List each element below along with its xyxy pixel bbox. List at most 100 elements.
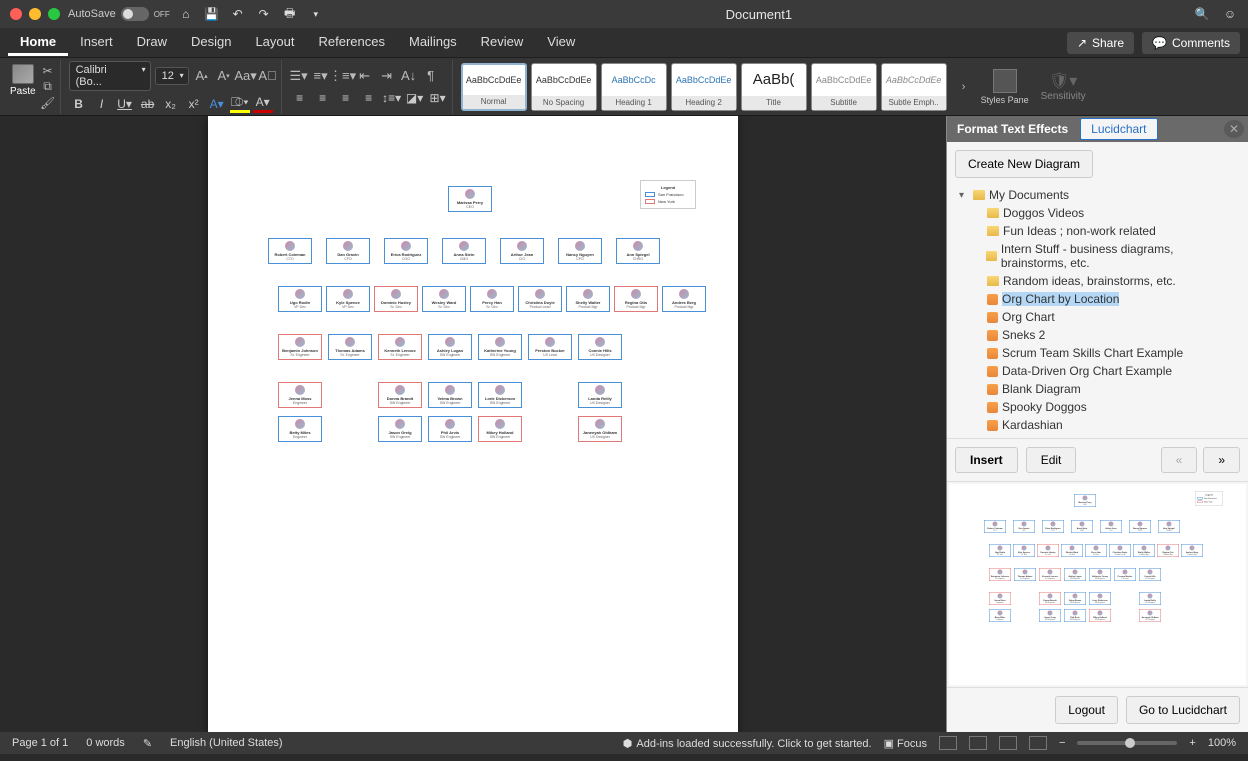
line-spacing-icon[interactable]: ↕≡▾ [382, 89, 402, 107]
maximize-window[interactable] [48, 8, 60, 20]
paste-button[interactable]: Paste [10, 64, 36, 97]
tree-item[interactable]: Org Chart by Location [955, 290, 1240, 308]
tree-item[interactable]: Sneks 2 [955, 326, 1240, 344]
style-subtitle[interactable]: AaBbCcDdEeSubtitle [811, 63, 877, 111]
menu-home[interactable]: Home [8, 30, 68, 56]
zoom-slider[interactable] [1077, 741, 1177, 745]
style-no-spacing[interactable]: AaBbCcDdEeNo Spacing [531, 63, 597, 111]
tree-item[interactable]: Doggos Videos [955, 204, 1240, 222]
change-case-icon[interactable]: Aa▾ [237, 67, 255, 85]
subscript-button[interactable]: x₂ [161, 95, 181, 113]
menu-view[interactable]: View [535, 30, 587, 56]
menu-insert[interactable]: Insert [68, 30, 125, 56]
account-icon[interactable]: ☺ [1222, 6, 1238, 22]
zoom-out-icon[interactable]: − [1059, 737, 1065, 749]
menu-design[interactable]: Design [179, 30, 243, 56]
print-icon[interactable]: 🖶 [282, 6, 298, 22]
font-color-button[interactable]: A▾ [253, 95, 273, 113]
logout-button[interactable]: Logout [1055, 696, 1118, 724]
sort-icon[interactable]: A↓ [400, 67, 418, 85]
web-layout-view-icon[interactable] [969, 736, 987, 750]
zoom-level[interactable]: 100% [1208, 737, 1236, 749]
tab-format-text-effects[interactable]: Format Text Effects [947, 116, 1078, 142]
show-marks-icon[interactable]: ¶ [422, 67, 440, 85]
cut-icon[interactable]: ✂ [40, 64, 56, 78]
style-normal[interactable]: AaBbCcDdEeNormal [461, 63, 527, 111]
borders-icon[interactable]: ⊞▾ [428, 89, 448, 107]
autosave-switch[interactable] [121, 7, 149, 21]
menu-draw[interactable]: Draw [125, 30, 179, 56]
goto-lucidchart-button[interactable]: Go to Lucidchart [1126, 696, 1240, 724]
word-count[interactable]: 0 words [86, 737, 125, 749]
tree-item[interactable]: Data-Driven Org Chart Example [955, 362, 1240, 380]
increase-indent-icon[interactable]: ⇥ [378, 67, 396, 85]
redo-icon[interactable]: ↷ [256, 6, 272, 22]
bullets-icon[interactable]: ☰▾ [290, 67, 308, 85]
document-area[interactable]: LegendSan FranciscoNew YorkMarissa Perry… [0, 116, 946, 732]
next-page-button[interactable]: » [1203, 447, 1240, 473]
tree-item[interactable]: Blank Diagram [955, 380, 1240, 398]
highlight-button[interactable]: ⎄▾ [230, 95, 250, 113]
superscript-button[interactable]: x² [184, 95, 204, 113]
zoom-in-icon[interactable]: + [1189, 737, 1195, 749]
font-size-select[interactable]: 12 [155, 67, 189, 85]
language-indicator[interactable]: English (United States) [170, 737, 283, 749]
page-indicator[interactable]: Page 1 of 1 [12, 737, 68, 749]
print-layout-view-icon[interactable] [939, 736, 957, 750]
addins-status[interactable]: ⬢Add-ins loaded successfully. Click to g… [623, 737, 872, 750]
shading-icon[interactable]: ◪▾ [405, 89, 425, 107]
align-center-icon[interactable]: ≡ [313, 89, 333, 107]
close-panel-icon[interactable]: ✕ [1224, 120, 1244, 138]
justify-icon[interactable]: ≡ [359, 89, 379, 107]
format-painter-icon[interactable]: 🖌 [40, 96, 56, 110]
decrease-font-icon[interactable]: A▾ [215, 67, 233, 85]
copy-icon[interactable]: ⧉ [40, 80, 56, 94]
prev-page-button[interactable]: « [1161, 447, 1198, 473]
menu-review[interactable]: Review [469, 30, 536, 56]
home-icon[interactable]: ⌂ [178, 6, 194, 22]
multilevel-list-icon[interactable]: ⋮≡▾ [334, 67, 352, 85]
minimize-window[interactable] [29, 8, 41, 20]
bold-button[interactable]: B [69, 95, 89, 113]
menu-mailings[interactable]: Mailings [397, 30, 469, 56]
tree-item[interactable]: Scrum Team Skills Chart Example [955, 344, 1240, 362]
style-heading-[interactable]: AaBbCcDdEeHeading 2 [671, 63, 737, 111]
align-right-icon[interactable]: ≡ [336, 89, 356, 107]
search-icon[interactable]: 🔍 [1194, 6, 1210, 22]
style-subtle-emph-[interactable]: AaBbCcDdEeSubtle Emph.. [881, 63, 947, 111]
close-window[interactable] [10, 8, 22, 20]
style-title[interactable]: AaBb(Title [741, 63, 807, 111]
clear-format-icon[interactable]: A⃠ [259, 67, 277, 85]
decrease-indent-icon[interactable]: ⇤ [356, 67, 374, 85]
tree-item[interactable]: Org Chart [955, 308, 1240, 326]
styles-more-icon[interactable]: › [955, 78, 973, 96]
comments-button[interactable]: 💬 Comments [1142, 32, 1240, 54]
numbering-icon[interactable]: ≡▾ [312, 67, 330, 85]
italic-button[interactable]: I [92, 95, 112, 113]
outline-view-icon[interactable] [999, 736, 1017, 750]
menu-layout[interactable]: Layout [243, 30, 306, 56]
font-family-select[interactable]: Calibri (Bo... [69, 61, 151, 91]
undo-icon[interactable]: ↶ [230, 6, 246, 22]
focus-mode[interactable]: ▣ Focus [884, 737, 927, 750]
underline-button[interactable]: U▾ [115, 95, 135, 113]
insert-button[interactable]: Insert [955, 447, 1018, 473]
sensitivity-icon[interactable]: 🛡▾ [1049, 71, 1077, 91]
align-left-icon[interactable]: ≡ [290, 89, 310, 107]
strikethrough-button[interactable]: ab [138, 95, 158, 113]
style-heading-[interactable]: AaBbCcDcHeading 1 [601, 63, 667, 111]
tree-item[interactable]: Intern Stuff - business diagrams, brains… [955, 240, 1240, 272]
draft-view-icon[interactable] [1029, 736, 1047, 750]
tab-lucidchart[interactable]: Lucidchart [1080, 118, 1157, 140]
edit-button[interactable]: Edit [1026, 447, 1077, 473]
increase-font-icon[interactable]: A▴ [193, 67, 211, 85]
styles-pane-button[interactable]: Styles Pane [981, 69, 1029, 105]
tree-item[interactable]: Kardashian [955, 416, 1240, 434]
tree-item[interactable]: Random ideas, brainstorms, etc. [955, 272, 1240, 290]
text-effects-button[interactable]: A▾ [207, 95, 227, 113]
autosave-toggle[interactable]: AutoSave OFF [68, 7, 170, 21]
spell-check-icon[interactable]: ✎ [143, 737, 152, 750]
menu-references[interactable]: References [307, 30, 397, 56]
tree-root[interactable]: ▾My Documents [955, 186, 1240, 204]
share-button[interactable]: ↗ Share [1067, 32, 1134, 54]
